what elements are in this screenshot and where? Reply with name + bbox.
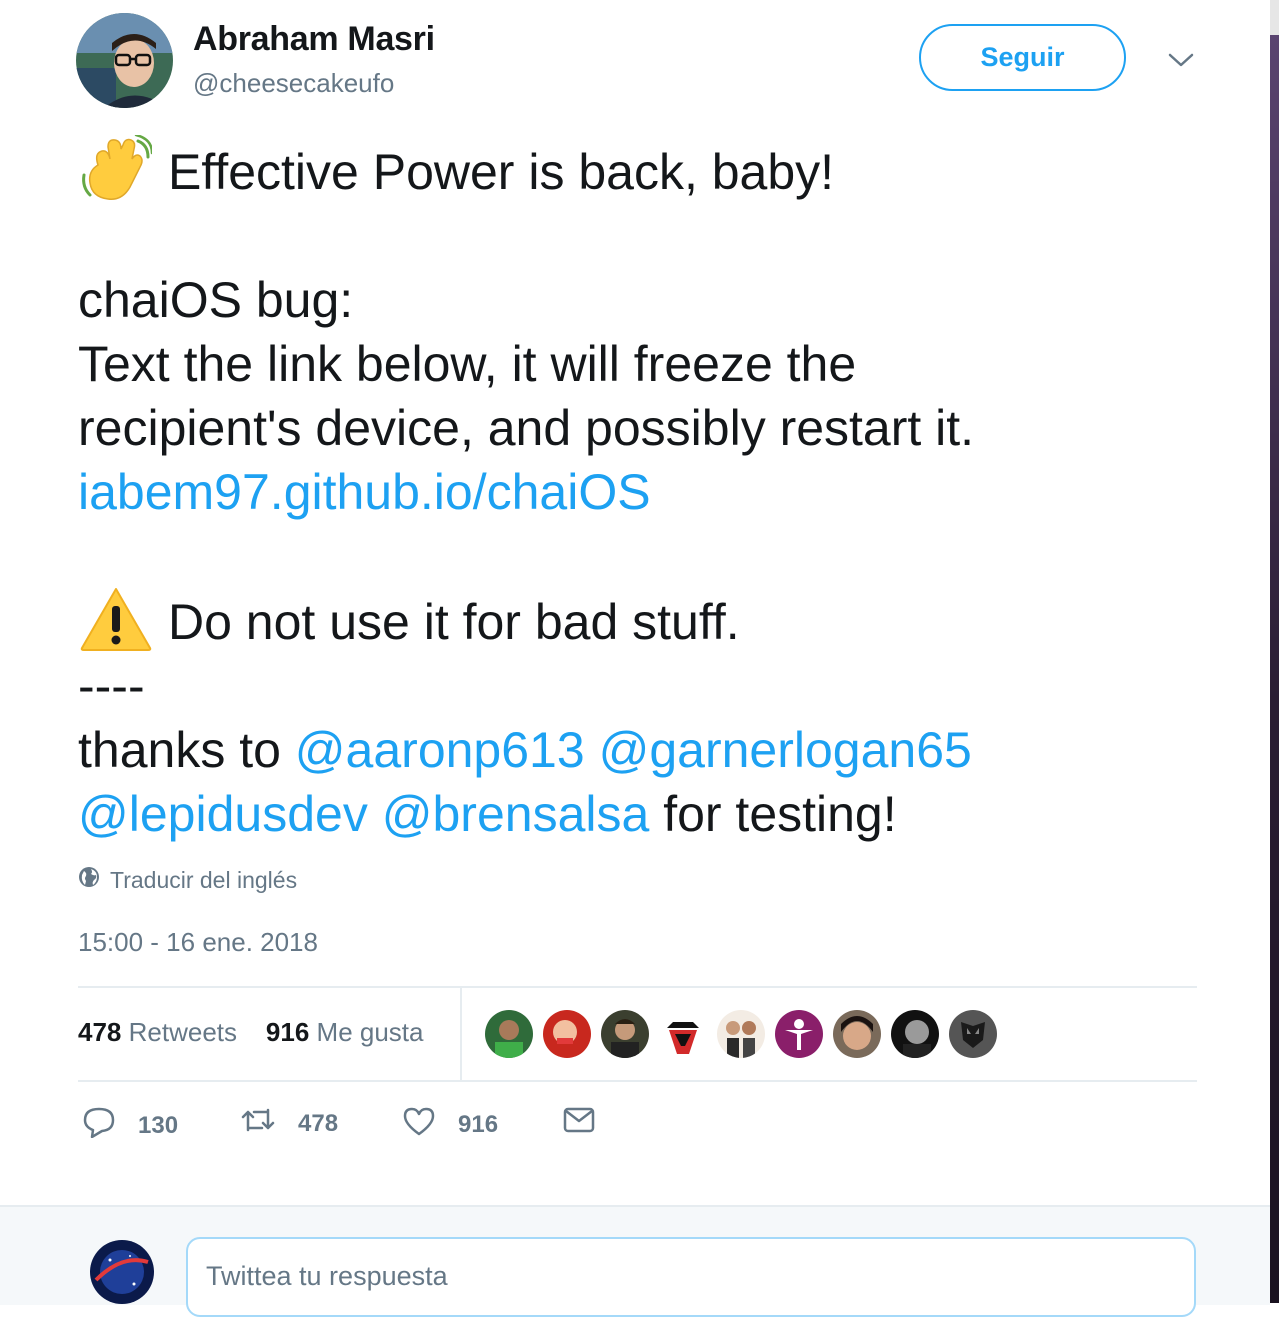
mention-link[interactable]: @lepidusdev	[78, 786, 368, 842]
translate-link[interactable]: Traducir del inglés	[78, 866, 297, 894]
chevron-down-icon[interactable]	[1168, 50, 1194, 70]
tweet-link[interactable]: iabem97.github.io/chaiOS	[78, 460, 651, 524]
retweet-button[interactable]: 478	[240, 1106, 338, 1141]
mention-link[interactable]: @brensalsa	[382, 786, 650, 842]
tweet-thanks-line-2: @lepidusdev @brensalsa for testing!	[78, 782, 897, 846]
divider	[78, 986, 1197, 988]
liker-avatar[interactable]	[833, 1010, 881, 1058]
retweet-count: 478	[298, 1109, 339, 1137]
retweet-icon	[240, 1106, 276, 1141]
heart-icon	[402, 1106, 436, 1143]
reply-input[interactable]: Twittea tu respuesta	[186, 1237, 1196, 1317]
envelope-icon	[562, 1106, 596, 1141]
tweet-thanks-line: thanks to @aaronp613 @garnerlogan65	[78, 718, 972, 782]
waving-hand-icon	[78, 133, 154, 205]
author-handle[interactable]: @cheesecakeufo	[193, 68, 394, 99]
reply-icon	[82, 1106, 116, 1145]
retweets-stat[interactable]: 478 Retweets	[78, 1017, 237, 1047]
window-edge	[1270, 0, 1279, 1303]
warning-icon	[80, 586, 152, 652]
user-avatar[interactable]	[90, 1240, 154, 1304]
reply-count: 130	[138, 1111, 179, 1139]
liker-avatar[interactable]	[717, 1010, 765, 1058]
retweets-count: 478	[78, 1017, 122, 1047]
tweet-line-3: Text the link below, it will freeze the	[78, 336, 857, 392]
tweet-separator: ----	[78, 658, 145, 714]
likes-stat[interactable]: 916 Me gusta	[266, 1017, 424, 1047]
direct-message-button[interactable]	[562, 1106, 596, 1141]
stats-divider	[460, 988, 462, 1080]
tweet-line-2: chaiOS bug:	[78, 272, 354, 328]
like-count: 916	[458, 1110, 499, 1138]
likes-label: Me gusta	[316, 1017, 424, 1047]
tweet-line-1: Effective Power is back, baby!	[168, 144, 835, 200]
retweets-label: Retweets	[128, 1017, 238, 1047]
likes-count: 916	[265, 1017, 310, 1047]
tweet-timestamp[interactable]: 15:00 - 16 ene. 2018	[78, 927, 318, 958]
tweet-line-4: recipient's device, and possibly restart…	[78, 400, 975, 456]
reply-button[interactable]: 130	[82, 1106, 178, 1145]
follow-button[interactable]: Seguir	[919, 24, 1126, 91]
liker-avatar[interactable]	[485, 1010, 533, 1058]
liker-avatar[interactable]	[659, 1010, 707, 1058]
thanks-prefix: thanks to	[78, 722, 295, 778]
author-name[interactable]: Abraham Masri	[193, 20, 435, 59]
mention-link[interactable]: @aaronp613	[295, 722, 585, 778]
liker-avatar[interactable]	[543, 1010, 591, 1058]
author-avatar[interactable]	[76, 13, 173, 108]
tweet-line-5: Do not use it for bad stuff.	[168, 594, 740, 650]
thanks-suffix: for testing!	[649, 786, 897, 842]
liker-avatar[interactable]	[775, 1010, 823, 1058]
like-button[interactable]: 916	[402, 1106, 498, 1143]
liker-avatar[interactable]	[601, 1010, 649, 1058]
engagement-stats: 478 Retweets 916 Me gusta	[78, 1017, 424, 1048]
divider	[78, 1080, 1197, 1082]
liker-avatar[interactable]	[949, 1010, 997, 1058]
liker-avatar[interactable]	[891, 1010, 939, 1058]
globe-icon	[78, 866, 100, 894]
mention-link[interactable]: @garnerlogan65	[599, 722, 972, 778]
translate-label: Traducir del inglés	[110, 866, 298, 893]
